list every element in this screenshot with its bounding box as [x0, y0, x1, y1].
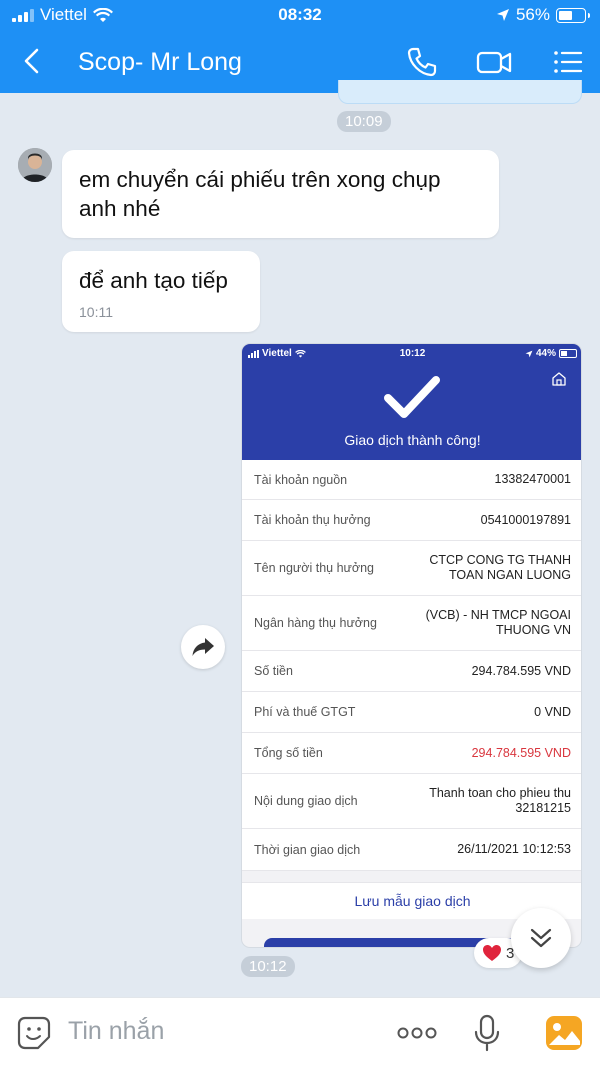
- receipt-details: Tài khoản nguồn 13382470001 Tài khoản thụ…: [242, 460, 581, 871]
- receipt-row: Tổng số tiền 294.784.595 VND: [242, 733, 581, 774]
- location-icon: [496, 9, 509, 21]
- battery-percent: 56%: [515, 5, 550, 24]
- receipt-row: Nội dung giao dịch Thanh toan cho phieu t…: [242, 774, 581, 829]
- checkmark-icon: [384, 376, 440, 418]
- phone-call-icon[interactable]: [404, 44, 440, 80]
- message-time-pill: 10:09: [337, 111, 391, 132]
- avatar[interactable]: [18, 148, 52, 182]
- receipt-row: Thời gian giao dịch 26/11/2021 10:12:53: [242, 829, 581, 871]
- heart-icon: [483, 945, 501, 961]
- video-call-icon[interactable]: [476, 44, 512, 80]
- receipt-success-title: Giao dịch thành công!: [344, 432, 481, 448]
- chat-title[interactable]: Scop- Mr Long: [78, 48, 242, 77]
- avatar-photo: [18, 148, 52, 182]
- home-icon: [552, 372, 566, 386]
- receipt-battery-percent: 44%: [535, 348, 556, 359]
- receipt-row: Số tiền 294.784.595 VND: [242, 651, 581, 692]
- battery-icon: [559, 349, 577, 358]
- message-text: em chuyển cái phiếu trên xong chụp anh n…: [79, 167, 441, 221]
- status-bar: Viettel 08:32 56%: [0, 0, 600, 30]
- menu-list-icon[interactable]: [550, 44, 586, 80]
- scroll-to-bottom-button[interactable]: [511, 908, 571, 968]
- share-arrow-icon: [192, 638, 214, 656]
- image-message-receipt[interactable]: Viettel 10:12 44% Giao dịch thành công! …: [241, 343, 582, 948]
- message-input[interactable]: Tin nhắn: [68, 1017, 164, 1046]
- receipt-row: Tài khoản thụ hưởng 0541000197891: [242, 500, 581, 541]
- forward-share-button[interactable]: [181, 625, 225, 669]
- sticker-emoji-icon[interactable]: [16, 1015, 52, 1051]
- previous-message-bubble[interactable]: [338, 80, 582, 104]
- double-chevron-down-icon: [530, 928, 552, 948]
- battery-icon: [556, 7, 590, 23]
- receipt-row: Tên người thụ hưởng CTCP CONG TG THANH TO…: [242, 541, 581, 596]
- microphone-icon[interactable]: [474, 1014, 500, 1052]
- message-time-pill: 10:12: [241, 956, 295, 977]
- message-time: 10:11: [79, 304, 113, 320]
- receipt-header: Viettel 10:12 44% Giao dịch thành công!: [242, 344, 581, 460]
- message-bubble[interactable]: để anh tạo tiếp 10:11: [62, 251, 260, 332]
- more-options-icon[interactable]: [396, 1021, 438, 1045]
- receipt-row: Ngân hàng thụ hưởng (VCB) - NH TMCP NGOAI…: [242, 596, 581, 651]
- photo-gallery-icon[interactable]: [545, 1015, 583, 1051]
- message-input-bar: Tin nhắn: [0, 997, 600, 1067]
- location-icon: [525, 350, 533, 357]
- receipt-row: Phí và thuế GTGT 0 VND: [242, 692, 581, 733]
- back-icon[interactable]: [18, 46, 48, 76]
- message-text: để anh tạo tiếp: [79, 268, 228, 293]
- message-bubble[interactable]: em chuyển cái phiếu trên xong chụp anh n…: [62, 150, 499, 238]
- receipt-row: Tài khoản nguồn 13382470001: [242, 460, 581, 500]
